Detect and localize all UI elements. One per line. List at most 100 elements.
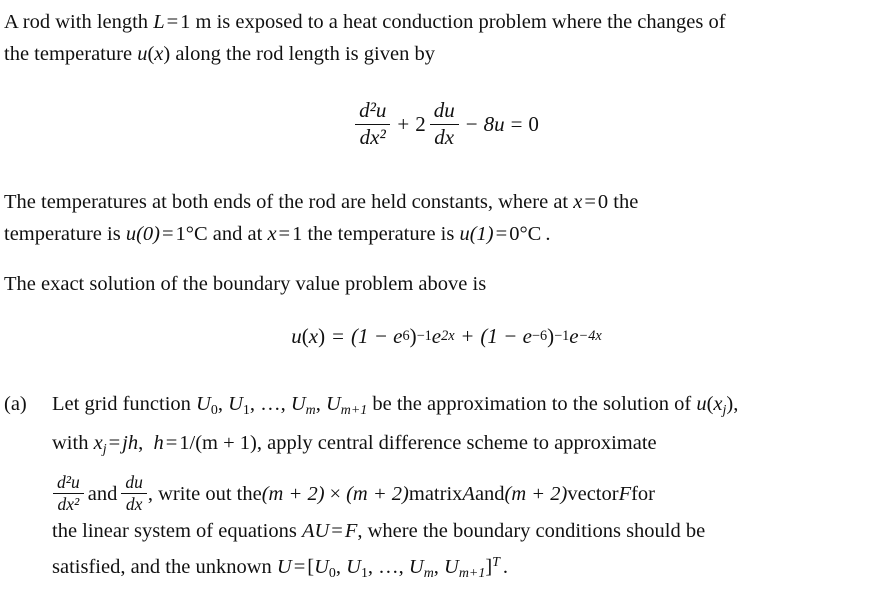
equals-sign-unknown: =	[293, 555, 306, 578]
fraction-numerator: du	[429, 98, 459, 125]
grid-U0: U	[196, 393, 211, 415]
u-of-xj-u: u	[696, 393, 707, 415]
paren-open-lhs: (	[301, 324, 309, 348]
term1-base: (1 − e	[350, 324, 403, 348]
grid-U1-subscript: 1	[242, 402, 250, 418]
equals-sign-bc4: =	[495, 223, 508, 245]
part-a-marker: (a)	[4, 393, 27, 415]
grid-U0-subscript: 0	[210, 402, 218, 418]
jh-term: jh	[122, 431, 139, 454]
comma-5: ,	[138, 431, 144, 454]
intro-text-4: along the rod length is given by	[170, 43, 435, 65]
fraction-denominator: dx	[434, 124, 455, 149]
term1-e-exponent: 2x	[441, 328, 455, 344]
vec-comma-2: ,	[367, 555, 379, 578]
grid-point-x-subscript: j	[102, 441, 107, 457]
vec-comma-4: ,	[433, 555, 445, 578]
bc-text-1: The temperatures at both ends of the rod…	[4, 191, 574, 213]
value-zero-bc1: 0	[597, 191, 609, 213]
equals-sign-bc3: =	[278, 223, 291, 245]
temperature-1C: 1°C	[175, 223, 208, 245]
second-derivative-fraction-inline: d²u dx²	[53, 472, 84, 515]
u-at-one: u(1)	[459, 223, 494, 245]
equals-sign-1: =	[166, 11, 179, 33]
problem-part-a: (a) Let grid function U0, U1, …, Um, Um+…	[4, 388, 888, 590]
part-a-line-4: the linear system of equations AU=F, whe…	[52, 515, 888, 547]
grid-Um1: U	[325, 393, 341, 415]
pa-comma-end: ,	[733, 393, 739, 415]
bc-period: .	[545, 223, 551, 245]
pa-text-5: , write out the	[147, 482, 262, 505]
term2-base: (1 − e	[480, 324, 532, 348]
system-F: F	[344, 519, 358, 542]
temperature-0C: 0°C	[509, 223, 542, 245]
vec-Um1-subscript: m+1	[458, 565, 486, 581]
u-at-zero: u(0)	[125, 223, 160, 245]
part-a-line-2: with xj=jh, h=1/(m + 1), apply central d…	[52, 427, 888, 466]
ode-row: d²u dx² + 2 du dx − 8u = 0	[354, 98, 539, 149]
comma-3: ,	[280, 393, 291, 415]
vec-U0: U	[314, 555, 329, 578]
comma-4: ,	[315, 393, 326, 415]
term1-e: e	[431, 324, 442, 348]
pa-text-2: be the approximation to the solution of	[367, 393, 697, 415]
second-derivative-fraction: d²u dx²	[355, 98, 391, 149]
value-one-meter: 1 m	[180, 11, 212, 33]
vec-U0-subscript: 0	[328, 565, 336, 581]
equals-sign-exact: =	[332, 324, 344, 348]
fraction-numerator: du	[121, 472, 147, 495]
variable-x-lhs: x	[308, 324, 319, 348]
pa-text-3: with	[52, 431, 94, 454]
matrix-A: A	[462, 482, 475, 505]
variable-x-bc2: x	[267, 223, 277, 245]
term2-e-exponent: −4x	[578, 328, 602, 344]
equals-sign-bc1: =	[584, 191, 596, 213]
unknown-U: U	[276, 555, 292, 578]
part-a-line-1: Let grid function U0, U1, …, Um, Um+1 be…	[52, 388, 888, 427]
system-AU: AU	[301, 519, 330, 542]
pa-text-11: , where the boundary conditions should b…	[357, 519, 706, 542]
vec-Um: U	[408, 555, 424, 578]
bc-text-2: the	[608, 191, 639, 213]
fraction-denominator: dx²	[359, 124, 386, 149]
exact-solution-intro: The exact solution of the boundary value…	[4, 268, 884, 300]
transpose-superscript: T	[492, 554, 500, 570]
term-8u: 8u	[483, 111, 505, 136]
fraction-numerator: d²u	[53, 472, 84, 495]
exact-intro-text: The exact solution of the boundary value…	[4, 273, 487, 295]
variable-L: L	[153, 11, 165, 33]
comma-2: ,	[249, 393, 261, 415]
boundary-conditions-paragraph: The temperatures at both ends of the rod…	[4, 186, 884, 250]
vec-U1: U	[346, 555, 361, 578]
term2-power: −1	[554, 328, 570, 344]
pa-text-1: Let grid function	[52, 393, 197, 415]
term2-e: e	[569, 324, 579, 348]
term2-close-paren: )	[547, 324, 555, 348]
intro-paragraph: A rod with length L=1 m is exposed to a …	[4, 6, 884, 70]
grid-Um1-subscript: m+1	[340, 402, 368, 418]
term1-close-paren: )	[409, 324, 417, 348]
vec-comma-3: ,	[398, 555, 409, 578]
bc-text-4: and at	[207, 223, 268, 245]
bc-text-3: temperature is	[4, 223, 126, 245]
part-a-line-5: satisfied, and the unknown U=[U0, U1, …,…	[52, 547, 888, 590]
term2-exponent: −6	[531, 328, 548, 344]
matrix-size-2: (m + 2)	[346, 482, 409, 505]
intro-line-1: A rod with length L=1 m is exposed to a …	[4, 6, 884, 38]
u-of-xj-x: x	[713, 393, 723, 415]
pa-text-7: and	[474, 482, 505, 505]
bc-line-1: The temperatures at both ends of the rod…	[4, 186, 884, 218]
pa-text-10: the linear system of equations	[52, 519, 302, 542]
step-size-h: h	[153, 431, 164, 454]
function-u-lhs: u	[291, 324, 302, 348]
first-derivative-fraction-inline: du dx	[121, 472, 147, 515]
times-sign: ×	[329, 482, 342, 505]
ellipsis-1: …	[260, 393, 281, 415]
intro-line-2: the temperature u(x) along the rod lengt…	[4, 38, 884, 70]
first-derivative-fraction: du dx	[429, 98, 459, 149]
grid-Um: U	[290, 393, 306, 415]
paren-close-lhs: )	[318, 324, 326, 348]
part-a-body: Let grid function U0, U1, …, Um, Um+1 be…	[52, 388, 888, 590]
equals-sign-bc2: =	[161, 223, 174, 245]
and-word: and	[87, 482, 118, 505]
